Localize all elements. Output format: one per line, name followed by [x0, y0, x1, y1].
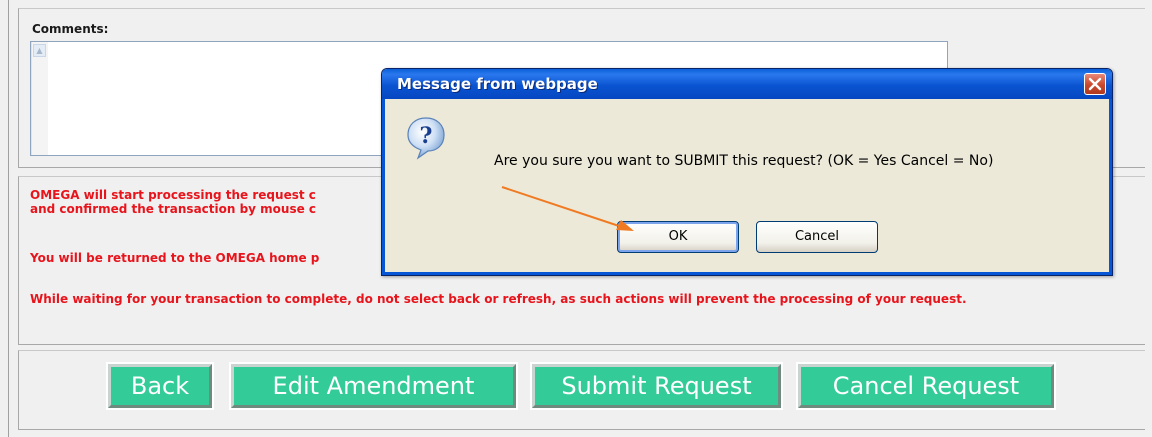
- close-icon: [1088, 77, 1102, 91]
- dialog-ok-button[interactable]: OK: [617, 221, 739, 253]
- dialog-cancel-button[interactable]: Cancel: [756, 221, 878, 253]
- svg-text:?: ?: [420, 123, 433, 149]
- info-text-waiting-warning: While waiting for your transaction to co…: [30, 292, 967, 306]
- scroll-up-icon[interactable]: ▲: [33, 44, 46, 57]
- page-border: [8, 0, 9, 437]
- dialog-frame: [1109, 99, 1112, 275]
- comments-scrollbar[interactable]: ▲: [31, 42, 48, 155]
- back-button[interactable]: Back: [106, 362, 214, 410]
- comments-label: Comments:: [32, 22, 109, 36]
- cancel-request-button[interactable]: Cancel Request: [796, 362, 1056, 410]
- dialog-frame: [382, 272, 1112, 275]
- info-text-confirmed: and confirmed the transaction by mouse c: [30, 202, 317, 216]
- info-text-processing: OMEGA will start processing the request …: [30, 188, 316, 202]
- dialog-title: Message from webpage: [397, 75, 598, 93]
- dialog-message: Are you sure you want to SUBMIT this req…: [494, 153, 994, 169]
- info-text-return-home: You will be returned to the OMEGA home p: [30, 251, 320, 265]
- edit-amendment-button[interactable]: Edit Amendment: [229, 362, 518, 410]
- dialog-close-button[interactable]: [1084, 73, 1106, 95]
- question-icon: ?: [407, 117, 445, 160]
- submit-request-button[interactable]: Submit Request: [530, 362, 783, 410]
- dialog-frame: [382, 99, 385, 275]
- dialog-titlebar[interactable]: Message from webpage: [382, 69, 1112, 99]
- confirm-dialog: Message from webpage ? Are you sure you …: [381, 68, 1113, 276]
